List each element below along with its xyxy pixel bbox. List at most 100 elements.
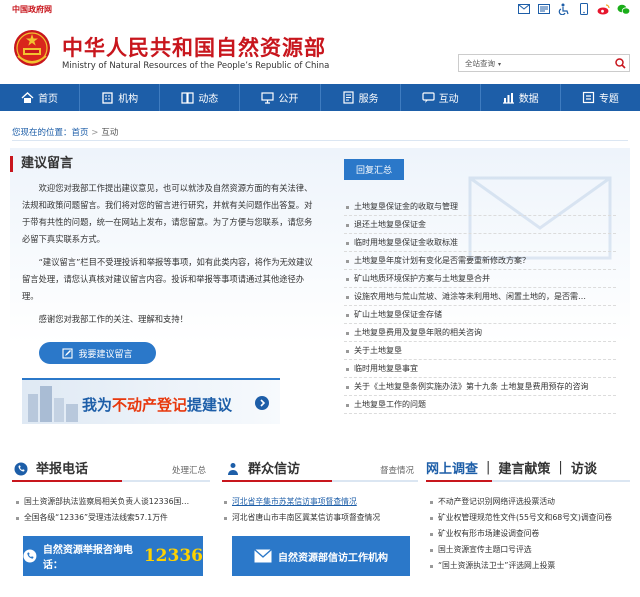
list-item[interactable]: 土地复垦费用及复垦年限的相关咨询 — [344, 324, 616, 342]
property-registration-banner[interactable]: 我为不动产登记提建议 — [22, 378, 280, 424]
weibo-icon[interactable] — [597, 3, 610, 15]
hotline-number: 12336 — [143, 546, 203, 566]
list-item[interactable]: 关于《土地复垦条例实施办法》第十九条 土地复垦费用预存的咨询 — [344, 378, 616, 396]
chevron-down-icon: ▾ — [498, 60, 502, 68]
nav-item-public[interactable]: 公开 — [239, 84, 319, 111]
nav-label: 机构 — [118, 94, 139, 105]
list-item[interactable]: 全国各级“12336”受理违法线索57.1万件 — [14, 510, 210, 526]
petition-more-link[interactable]: 督查情况 — [380, 464, 414, 476]
accessibility-icon[interactable] — [557, 3, 570, 15]
list-item[interactable]: 矿业权有形市场建设调查问卷 — [428, 526, 632, 542]
main-nav: 首页 机构 动态 公开 服务 互动 数据 专题 — [0, 84, 640, 111]
list-item[interactable]: 土地复垦年度计划有变化是否需要重新修改方案？ — [344, 252, 616, 270]
envelope-icon — [254, 549, 272, 563]
document-icon — [342, 91, 354, 104]
nav-item-home[interactable]: 首页 — [0, 84, 79, 111]
message-icon[interactable] — [537, 3, 550, 15]
nav-item-service[interactable]: 服务 — [319, 84, 400, 111]
nav-item-org[interactable]: 机构 — [79, 84, 159, 111]
breadcrumb: 您现在的位置：首页 > 互动 — [12, 126, 118, 138]
tab-separator: | — [558, 460, 563, 475]
building-icon — [102, 92, 113, 104]
breadcrumb-prefix: 您现在的位置： — [12, 128, 72, 138]
top-icons — [517, 3, 630, 15]
people-icon — [228, 463, 238, 475]
report-title: 举报电话 — [36, 462, 89, 477]
intro-paragraph-2: “建议留言”栏目不受理投诉和举报等事项，如有此类内容，将作为无效建议留言处理，请… — [22, 257, 313, 301]
search-button[interactable] — [611, 55, 629, 71]
survey-tabs: 网上调查 | 建言献策 | 访谈 — [426, 458, 597, 477]
nav-label: 公开 — [278, 94, 299, 105]
list-item[interactable]: 河北省唐山市丰南区冀某信访事项督查情况 — [222, 510, 418, 526]
tab-online-survey[interactable]: 网上调查 — [426, 458, 478, 477]
accent-bar — [12, 480, 122, 482]
petition-list: 河北省辛集市苏某信访事项督查情况 河北省唐山市丰南区冀某信访事项督查情况 — [222, 494, 418, 526]
breadcrumb-home-link[interactable]: 首页 — [72, 128, 89, 138]
report-hotline-button[interactable]: 自然资源举报咨询电话： 12336 — [23, 536, 203, 576]
site-title[interactable]: 中华人民共和国自然资源部 — [62, 32, 326, 62]
list-item[interactable]: 河北省辛集市苏某信访事项督查情况 — [222, 494, 418, 510]
list-item[interactable]: 不动产登记识别网络评选投票活动 — [428, 494, 632, 510]
list-item[interactable]: 临时用地复垦保证金收取标准 — [344, 234, 616, 252]
write-suggestion-button[interactable]: 我要建议留言 — [39, 342, 156, 364]
report-more-link[interactable]: 处理汇总 — [172, 464, 206, 476]
arrow-right-icon — [255, 396, 269, 410]
list-item[interactable]: 临时用地复垦事宜 — [344, 360, 616, 378]
list-item[interactable]: 矿业权管理规范性文件(55号文和68号文)调查问卷 — [428, 510, 632, 526]
divider — [12, 140, 628, 141]
report-section-header: 举报电话 处理汇总 — [12, 456, 210, 482]
phone-icon — [23, 549, 37, 563]
nav-label: 服务 — [358, 94, 379, 105]
search-icon — [614, 57, 626, 69]
list-item[interactable]: 设施农用地与荒山荒坡、滩涂等未利用地、闲置土地的，是否需… — [344, 288, 616, 306]
phone-icon — [14, 462, 28, 476]
suggestion-title: 建议留言 — [10, 156, 73, 172]
tab-separator: | — [486, 460, 491, 475]
nav-item-interact[interactable]: 互动 — [399, 84, 480, 111]
list-item[interactable]: 矿山土地复垦保证金存储 — [344, 306, 616, 324]
list-item[interactable]: 矿山地质环境保护方案与土地复垦合并 — [344, 270, 616, 288]
report-button-label: 自然资源举报咨询电话： — [42, 545, 133, 571]
petition-section-header: 群众信访 督查情况 — [222, 456, 418, 482]
mobile-icon[interactable] — [577, 3, 590, 15]
intro-paragraph-1: 欢迎您对我部工作提出建议意见，也可以就涉及自然资源方面的有关法律、法规和政策问题… — [22, 183, 313, 244]
list-item[interactable]: 国土资源部执法监察局相关负责人谈12336国… — [14, 494, 210, 510]
accent-bar — [426, 480, 492, 482]
tab-reply-summary[interactable]: 回复汇总 — [344, 159, 404, 180]
national-emblem-icon — [14, 30, 50, 66]
nav-label: 互动 — [438, 94, 459, 105]
report-list: 国土资源部执法监察局相关负责人谈12336国… 全国各级“12336”受理违法线… — [14, 494, 210, 526]
buildings-illustration-icon — [28, 386, 78, 422]
list-item[interactable]: “国土资源执法卫士”评选网上投票 — [428, 558, 632, 574]
breadcrumb-separator: > — [91, 128, 99, 138]
gov-portal-link[interactable]: 中国政府网 — [12, 4, 52, 15]
mail-icon[interactable] — [517, 3, 530, 15]
nav-label: 专题 — [598, 94, 619, 105]
list-item[interactable]: 关于土地复垦 — [344, 342, 616, 360]
list-item[interactable]: 土地复垦保证金的收取与管理 — [344, 198, 616, 216]
nav-label: 首页 — [38, 94, 59, 105]
list-item[interactable]: 国土资源宣传主题口号评选 — [428, 542, 632, 558]
book-icon — [181, 92, 194, 104]
tab-interview[interactable]: 访谈 — [571, 458, 597, 477]
suggestion-intro: 欢迎您对我部工作提出建议意见，也可以就涉及自然资源方面的有关法律、法规和政策问题… — [22, 180, 318, 330]
list-item[interactable]: 土地复垦工作的问题 — [344, 396, 616, 414]
list-item[interactable]: 退还土地复垦保证金 — [344, 216, 616, 234]
nav-item-topics[interactable]: 专题 — [559, 84, 640, 111]
accent-bar — [222, 480, 332, 482]
breadcrumb-current[interactable]: 互动 — [101, 128, 118, 138]
site-header: 中华人民共和国自然资源部 Ministry of Natural Resourc… — [0, 20, 640, 82]
topic-icon — [582, 91, 595, 104]
search-box[interactable]: 全站查询 ▾ — [458, 54, 630, 72]
monitor-icon — [261, 92, 275, 104]
nav-item-data[interactable]: 数据 — [479, 84, 560, 111]
wechat-icon[interactable] — [617, 3, 630, 15]
nav-label: 数据 — [518, 94, 539, 105]
nav-label: 动态 — [198, 94, 219, 105]
tab-suggestions[interactable]: 建言献策 — [498, 458, 550, 477]
nav-item-news[interactable]: 动态 — [159, 84, 239, 111]
petition-title: 群众信访 — [248, 462, 301, 477]
home-icon — [21, 92, 34, 103]
petition-office-button[interactable]: 自然资源部信访工作机构 — [232, 536, 410, 576]
search-scope-select[interactable]: 全站查询 ▾ — [459, 58, 611, 69]
